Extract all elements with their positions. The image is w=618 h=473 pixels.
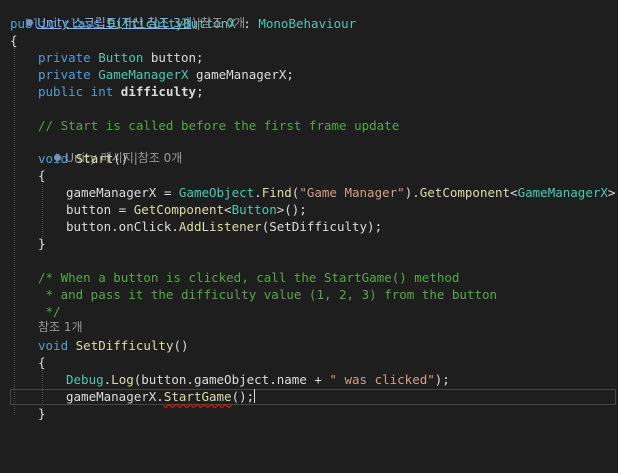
method-name: AddListener bbox=[178, 219, 262, 234]
string-literal: " was clicked" bbox=[329, 372, 435, 387]
brace: { bbox=[38, 168, 46, 183]
type-name: GameManagerX bbox=[98, 67, 189, 82]
code-line-field-button[interactable]: private Button button; bbox=[0, 49, 618, 66]
punct: >(); bbox=[607, 185, 618, 200]
code-line-setdiff-close[interactable]: } bbox=[0, 405, 618, 422]
codelens-start: Unity 메시지|참조 0개 bbox=[0, 133, 618, 165]
identifier: difficulty bbox=[120, 84, 197, 99]
string-literal: "Game Manager" bbox=[299, 185, 405, 200]
type-name: Button bbox=[98, 50, 144, 65]
punct: < bbox=[510, 185, 518, 200]
method-name: GetComponent bbox=[133, 202, 225, 217]
code-line-startgame[interactable]: gameManagerX.StartGame(); bbox=[0, 388, 618, 405]
keyword: public int bbox=[38, 84, 121, 99]
brace: } bbox=[38, 406, 46, 421]
punct: : bbox=[235, 16, 259, 31]
punct: (); bbox=[231, 389, 255, 404]
code-line-setdiff-decl[interactable]: void SetDifficulty() bbox=[0, 337, 618, 354]
brace: { bbox=[38, 355, 46, 370]
code-line-class-decl[interactable]: public class DifficultyButtonX : MonoBeh… bbox=[0, 15, 618, 32]
type-name: Button bbox=[231, 202, 277, 217]
code-text: gameManagerX. bbox=[66, 389, 164, 404]
class-name: DifficultyButtonX bbox=[107, 16, 236, 31]
method-name: Log bbox=[111, 372, 134, 387]
identifier: gameManagerX; bbox=[188, 67, 294, 82]
code-line-start-decl[interactable]: void Start() bbox=[0, 150, 618, 167]
code-line-block-comment-1[interactable]: /* When a button is clicked, call the St… bbox=[0, 269, 618, 286]
punct: ); bbox=[434, 372, 450, 387]
punct: (SetDifficulty); bbox=[261, 219, 383, 234]
comment: * and pass it the difficulty value (1, 2… bbox=[38, 287, 498, 302]
punct: () bbox=[173, 338, 189, 353]
brace: } bbox=[38, 236, 46, 251]
punct: >(); bbox=[276, 202, 307, 217]
method-name: Start bbox=[75, 151, 114, 166]
code-text: gameManagerX = bbox=[66, 185, 179, 200]
base-class: MonoBehaviour bbox=[258, 16, 357, 31]
punct: () bbox=[113, 151, 129, 166]
code-line-field-gm[interactable]: private GameManagerX gameManagerX; bbox=[0, 66, 618, 83]
method-name: Find bbox=[261, 185, 292, 200]
identifier: button; bbox=[143, 50, 204, 65]
code-line-comment-start[interactable]: // Start is called before the first fram… bbox=[0, 117, 618, 134]
method-name: GetComponent bbox=[419, 185, 511, 200]
code-text: (button.gameObject.name + bbox=[133, 372, 330, 387]
codelens-class: Unity 스크립트(자산 참조 3개)|참조 0개 bbox=[0, 0, 618, 30]
comment: // Start is called before the first fram… bbox=[38, 118, 400, 133]
comment: */ bbox=[38, 304, 61, 319]
keyword: private bbox=[38, 67, 99, 82]
keyword: void bbox=[38, 338, 76, 353]
code-line-open-brace[interactable]: { bbox=[0, 32, 618, 49]
keyword: void bbox=[38, 151, 76, 166]
code-line-setdiff-open[interactable]: { bbox=[0, 354, 618, 371]
code-line-start-2[interactable]: button = GetComponent<Button>(); bbox=[0, 201, 618, 218]
code-line-start-3[interactable]: button.onClick.AddListener(SetDifficulty… bbox=[0, 218, 618, 235]
method-name: SetDifficulty bbox=[75, 338, 174, 353]
type-name: Debug bbox=[66, 372, 104, 387]
keyword: public class bbox=[10, 16, 108, 31]
comment: /* When a button is clicked, call the St… bbox=[38, 270, 460, 285]
code-editor[interactable]: Unity 스크립트(자산 참조 3개)|참조 0개 public class … bbox=[0, 0, 618, 473]
code-line-field-difficulty[interactable]: public int difficulty; bbox=[0, 83, 618, 100]
code-text: button.onClick. bbox=[66, 219, 179, 234]
punct: ; bbox=[196, 84, 204, 99]
keyword: private bbox=[38, 50, 99, 65]
type-name: GameManagerX bbox=[517, 185, 608, 200]
code-line-debug-log[interactable]: Debug.Log(button.gameObject.name + " was… bbox=[0, 371, 618, 388]
type-name: GameObject bbox=[178, 185, 255, 200]
code-line-block-comment-2[interactable]: * and pass it the difficulty value (1, 2… bbox=[0, 286, 618, 303]
code-line-start-open[interactable]: { bbox=[0, 167, 618, 184]
brace: { bbox=[10, 33, 18, 48]
codelens-set-difficulty: 참조 1개 bbox=[0, 319, 618, 336]
punct: < bbox=[224, 202, 232, 217]
code-line-start-close[interactable]: } bbox=[0, 235, 618, 252]
punct: ). bbox=[404, 185, 420, 200]
error-squiggle-method[interactable]: StartGame bbox=[164, 389, 232, 404]
codelens-refs[interactable]: 참조 1개 bbox=[38, 320, 83, 334]
punct: . bbox=[254, 185, 262, 200]
code-line-block-comment-3[interactable]: */ bbox=[0, 303, 618, 320]
text-cursor bbox=[254, 389, 256, 403]
code-line-start-1[interactable]: gameManagerX = GameObject.Find("Game Man… bbox=[0, 184, 618, 201]
code-text: button = bbox=[66, 202, 134, 217]
